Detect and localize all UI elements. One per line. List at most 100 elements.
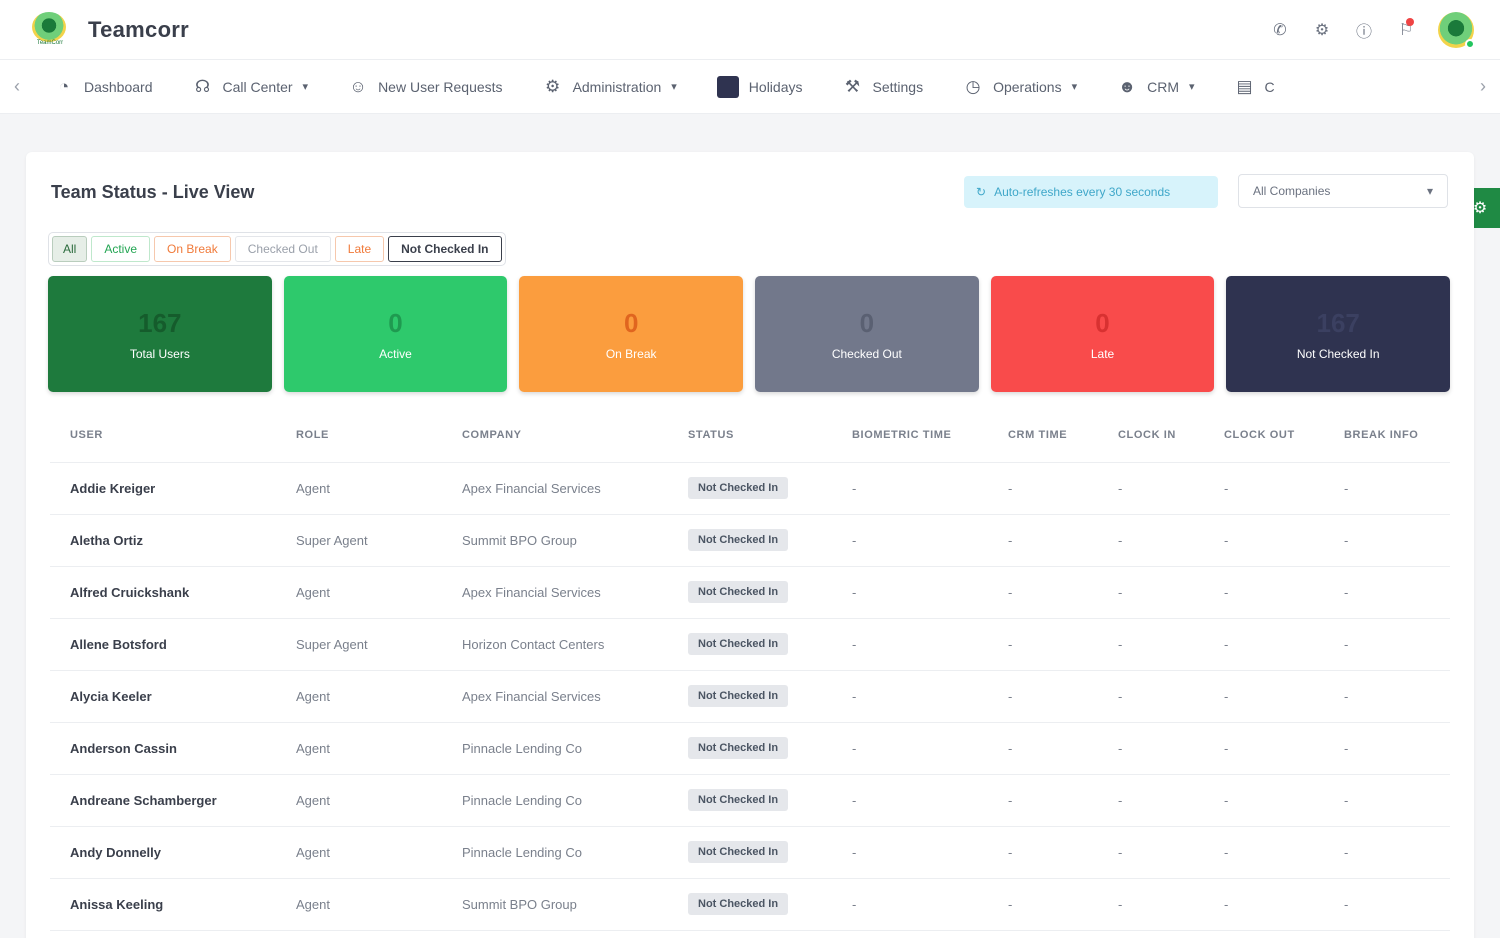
table-row[interactable]: Allene Botsford Super Agent Horizon Contac… — [50, 618, 1450, 671]
gear-icon[interactable]: ⚙ — [1312, 20, 1332, 40]
nav-item-label: New User Requests — [378, 78, 503, 95]
filter-not-checked-in[interactable]: Not Checked In — [388, 236, 502, 262]
table-row[interactable]: Anissa Keeling Agent Summit BPO Group Not C… — [50, 878, 1450, 931]
table-row[interactable]: Andreane Schamberger Agent Pinnacle Lendin… — [50, 774, 1450, 827]
break-info-cell: - — [1324, 618, 1450, 671]
filter-late[interactable]: Late — [334, 236, 385, 262]
user-cell: Aletha Ortiz — [50, 514, 276, 567]
biometric-time-cell: - — [832, 618, 988, 671]
clock-in-cell: - — [1098, 462, 1204, 515]
filter-all[interactable]: All — [52, 236, 88, 262]
table-row[interactable]: Andy Donnelly Agent Pinnacle Lending Co Not… — [50, 826, 1450, 879]
column-header-user[interactable]: USER — [50, 408, 276, 463]
table-row[interactable]: Alycia Keeler Agent Apex Financial Service… — [50, 670, 1450, 723]
column-header-role[interactable]: ROLE — [276, 408, 442, 463]
status-cell: Not Checked In — [668, 878, 832, 931]
team-status-card: Team Status - Live View ↻ Auto-refreshes… — [26, 152, 1474, 938]
company-cell: Pinnacle Lending Co — [442, 774, 668, 827]
clock-out-cell: - — [1204, 774, 1324, 827]
phone-icon[interactable]: ✆ — [1270, 20, 1290, 40]
column-header-clock-in[interactable]: CLOCK IN — [1098, 408, 1204, 463]
nav-item-label: Operations — [993, 78, 1062, 95]
user-cell: Alycia Keeler — [50, 670, 276, 723]
status-badge: Not Checked In — [688, 841, 789, 863]
column-header-crm-time[interactable]: CRM TIME — [988, 408, 1098, 463]
stat-label: Not Checked In — [1296, 346, 1380, 361]
status-cell: Not Checked In — [668, 722, 832, 775]
nav-item-call-center[interactable]: ☊ Call Center ▾ — [173, 60, 329, 113]
nav-item-new-user-requests[interactable]: ☺ New User Requests — [328, 60, 523, 113]
bell-icon[interactable]: ⚐ — [1396, 17, 1416, 40]
filter-on-break[interactable]: On Break — [154, 236, 231, 262]
stat-value: 167 — [138, 307, 182, 338]
column-header-clock-out[interactable]: CLOCK OUT — [1204, 408, 1324, 463]
table-row[interactable]: Anderson Cassin Agent Pinnacle Lending Co N… — [50, 722, 1450, 775]
status-badge: Not Checked In — [688, 789, 789, 811]
document-icon: ▤ — [1236, 76, 1253, 96]
brand-logo[interactable]: TeamCorr — [26, 10, 74, 50]
clock-out-cell: - — [1204, 722, 1324, 775]
help-icon[interactable]: ⓘ — [1354, 20, 1374, 41]
gear-icon: ⚙ — [1472, 200, 1488, 217]
stat-card-total-users[interactable]: 167 Total Users — [48, 276, 272, 392]
company-select[interactable]: All Companies ▾ — [1238, 174, 1448, 208]
nav-item-operations[interactable]: ◷ Operations ▾ — [943, 60, 1097, 113]
biometric-time-cell: - — [832, 462, 988, 515]
role-cell: Agent — [276, 826, 442, 879]
table-row[interactable]: Addie Kreiger Agent Apex Financial Service… — [50, 462, 1450, 515]
stat-card-not-checked-in[interactable]: 167 Not Checked In — [1226, 276, 1451, 392]
user-cell: Anderson Cassin — [50, 722, 276, 775]
nav-item-dashboard[interactable]: ◔ Dashboard — [34, 60, 173, 113]
stat-card-late[interactable]: 0 Late — [990, 276, 1215, 392]
chevron-down-icon: ▾ — [671, 81, 677, 93]
nav-item-holidays[interactable]: Holidays — [697, 60, 823, 113]
nav-scroll-left-icon[interactable]: ‹ — [0, 76, 34, 97]
company-cell: Summit BPO Group — [442, 878, 668, 931]
column-header-status[interactable]: STATUS — [668, 408, 832, 463]
stat-card-on-break[interactable]: 0 On Break — [519, 276, 744, 392]
clock-out-cell: - — [1204, 514, 1324, 567]
role-cell: Agent — [276, 774, 442, 827]
logo-caption: TeamCorr — [36, 39, 64, 46]
stat-card-active[interactable]: 0 Active — [283, 276, 508, 392]
chevron-down-icon: ▾ — [1426, 184, 1433, 198]
nav-item-administration[interactable]: ⚙ Administration ▾ — [523, 60, 697, 113]
chevron-down-icon: ▾ — [1071, 81, 1078, 93]
nav-item-settings[interactable]: ⚒ Settings — [823, 60, 944, 113]
crm-time-cell: - — [988, 878, 1098, 931]
break-info-cell: - — [1324, 774, 1450, 827]
status-badge: Not Checked In — [688, 477, 789, 499]
nav-item-label: C — [1264, 78, 1275, 95]
nav-scroll-right-icon[interactable]: › — [1466, 76, 1500, 97]
break-info-cell: - — [1324, 722, 1450, 775]
nav-item-label: Administration — [572, 78, 662, 95]
nav-item-label: Dashboard — [84, 78, 153, 95]
stat-card-checked-out[interactable]: 0 Checked Out — [755, 276, 979, 392]
table-row[interactable]: Alfred Cruickshank Agent Apex Financial Se… — [50, 566, 1450, 619]
column-header-company[interactable]: COMPANY — [442, 408, 668, 463]
status-cell: Not Checked In — [668, 826, 832, 879]
table-row[interactable]: Aletha Ortiz Super Agent Summit BPO Group N… — [50, 514, 1450, 567]
nav-item-c[interactable]: ▤ C — [1215, 60, 1295, 113]
brand-name: Teamcorr — [88, 16, 190, 42]
clock-in-cell: - — [1098, 566, 1204, 619]
column-header-biometric-time[interactable]: BIOMETRIC TIME — [832, 408, 988, 463]
page-title: Team Status - Live View — [51, 182, 255, 202]
stat-label: Checked Out — [831, 346, 902, 361]
filter-active[interactable]: Active — [91, 236, 151, 262]
avatar[interactable] — [1438, 11, 1475, 49]
chevron-down-icon: ▾ — [1189, 81, 1195, 93]
refresh-icon: ↻ — [976, 185, 987, 199]
user-cell: Allene Botsford — [50, 618, 276, 671]
nav-item-crm[interactable]: ☻ CRM ▾ — [1097, 60, 1214, 113]
role-cell: Super Agent — [276, 618, 442, 671]
status-cell: Not Checked In — [668, 566, 832, 619]
chevron-down-icon: ▾ — [302, 81, 309, 93]
user-cell: Addie Kreiger — [50, 462, 276, 515]
clock-in-cell: - — [1098, 878, 1204, 931]
crm-time-cell: - — [988, 774, 1098, 827]
status-cell: Not Checked In — [668, 618, 832, 671]
column-header-break-info[interactable]: BREAK INFO — [1324, 408, 1450, 463]
break-info-cell: - — [1324, 462, 1450, 515]
filter-checked-out[interactable]: Checked Out — [234, 236, 331, 262]
